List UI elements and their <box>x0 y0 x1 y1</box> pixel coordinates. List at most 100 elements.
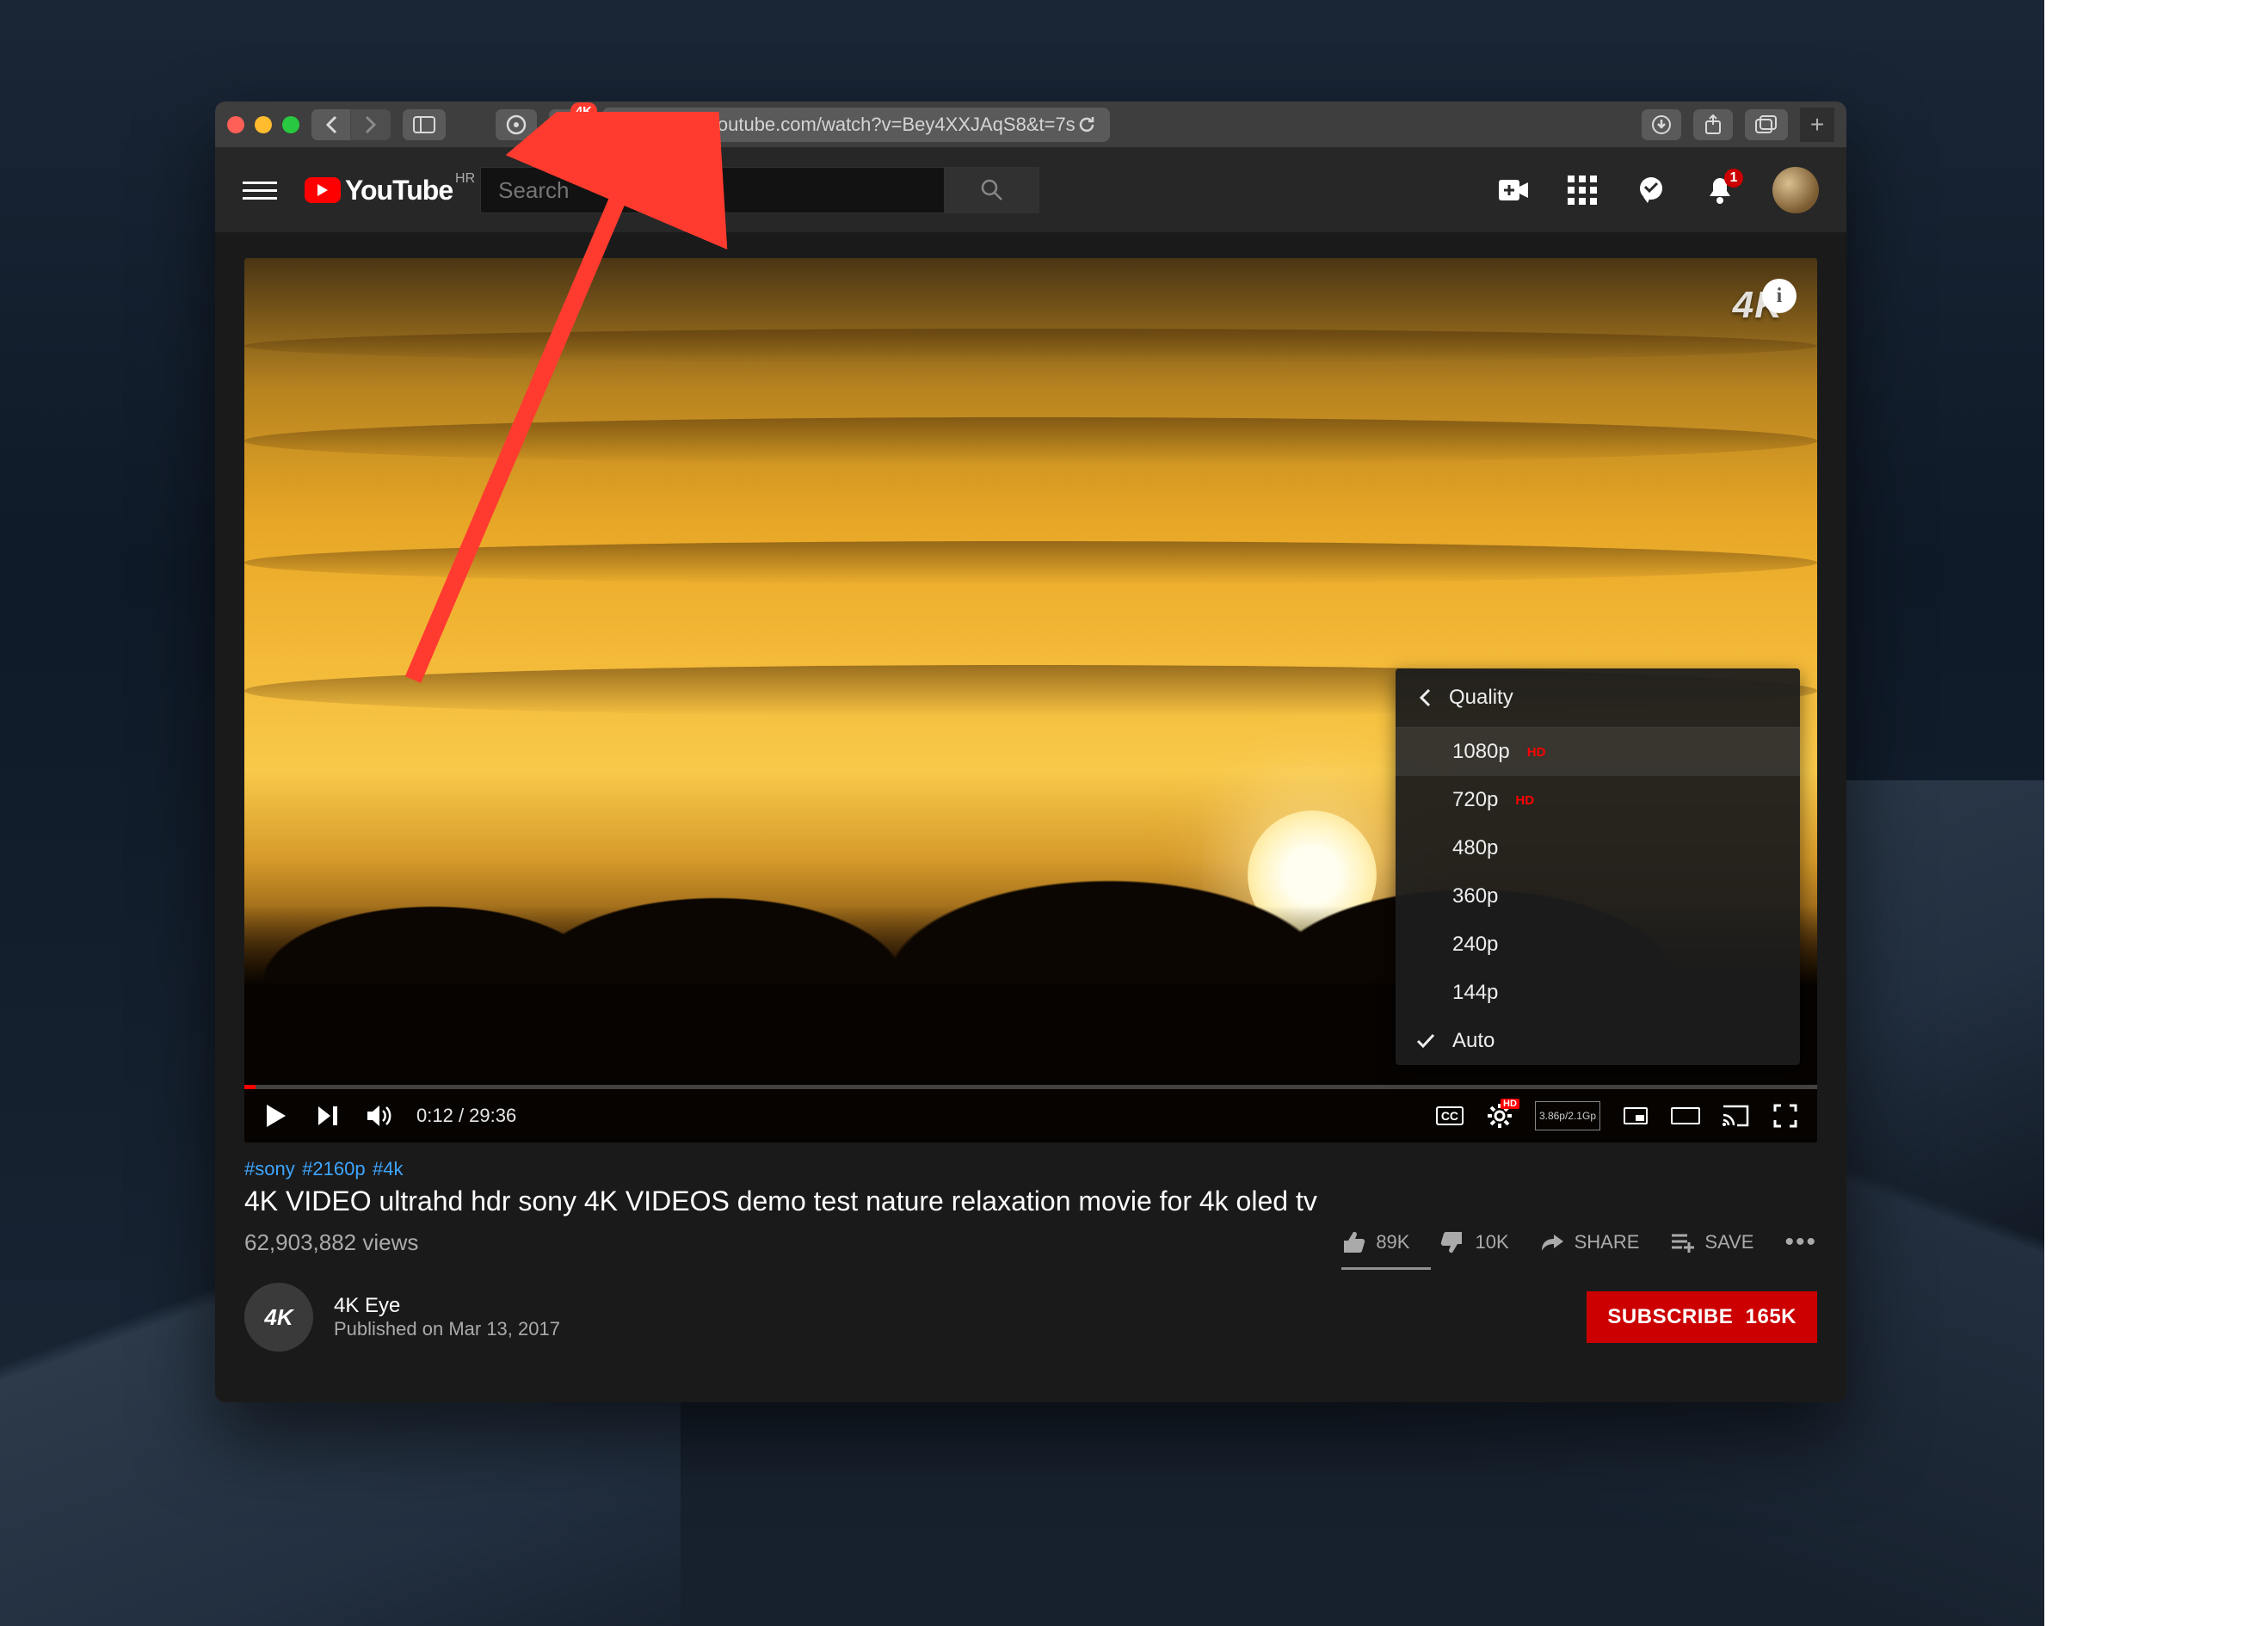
hashtag-link[interactable]: #2160p <box>302 1158 365 1179</box>
quality-option[interactable]: 144p <box>1396 969 1800 1017</box>
thumb-down-icon <box>1440 1230 1464 1254</box>
url-text: www.youtube.com/watch?v=Bey4XXJAqS8&t=7s <box>663 114 1075 136</box>
quality-option-label: 360p <box>1452 884 1498 908</box>
quality-option[interactable]: 720p HD <box>1396 776 1800 824</box>
quality-menu-header[interactable]: Quality <box>1396 668 1800 728</box>
sidebar-toggle-button[interactable] <box>403 109 446 140</box>
cast-icon <box>1722 1105 1749 1127</box>
back-button[interactable] <box>311 109 351 140</box>
new-tab-button[interactable]: + <box>1800 108 1834 142</box>
privacy-report-button[interactable] <box>496 109 537 140</box>
miniplayer-button[interactable] <box>1621 1101 1650 1130</box>
masthead-right: 1 <box>1497 167 1819 213</box>
quality-option[interactable]: 360p <box>1396 872 1800 921</box>
subtitles-button[interactable]: CC <box>1435 1101 1464 1130</box>
tabs-button[interactable] <box>1745 109 1788 140</box>
safari-window: 4K www.youtube.com/watch?v=Bey4XXJAqS8&t… <box>215 102 1846 1402</box>
apps-button[interactable] <box>1566 174 1599 206</box>
zoom-window-button[interactable] <box>282 116 299 133</box>
reload-button[interactable] <box>1077 115 1096 134</box>
thumb-up-icon <box>1341 1230 1365 1254</box>
quality-menu: Quality 1080p HD 720p HD 480p 360p 240p 144p Aut… <box>1396 668 1800 1065</box>
dislike-button[interactable]: 10K <box>1440 1230 1508 1254</box>
quality-option-label: 240p <box>1452 933 1498 957</box>
cc-icon: CC <box>1436 1106 1464 1125</box>
next-button[interactable] <box>313 1101 342 1130</box>
hashtag-link[interactable]: #4k <box>373 1158 403 1179</box>
url-bar[interactable]: www.youtube.com/watch?v=Bey4XXJAqS8&t=7s <box>602 108 1110 142</box>
play-button[interactable] <box>262 1101 291 1130</box>
create-button[interactable] <box>1497 174 1530 206</box>
playlist-add-icon <box>1670 1232 1694 1253</box>
view-count: 62,903,882 views <box>244 1229 418 1256</box>
player-container: 4K i Quality 1080pHD720pHD480p360p240p14… <box>215 232 1846 1143</box>
guide-menu-button[interactable] <box>243 173 277 207</box>
browser-toolbar: 4K www.youtube.com/watch?v=Bey4XXJAqS8&t… <box>215 102 1846 148</box>
channel-row: 4K 4K Eye Published on Mar 13, 2017 SUBS… <box>244 1283 1817 1352</box>
like-button[interactable]: 89K <box>1341 1230 1409 1254</box>
messages-button[interactable] <box>1635 174 1667 206</box>
search-button[interactable] <box>945 167 1039 213</box>
share-arrow-icon <box>1540 1232 1564 1253</box>
page-content: YouTube HR <box>215 148 1846 1402</box>
hashtag-link[interactable]: #sony <box>244 1158 295 1179</box>
extension-badge: 4K <box>570 102 597 121</box>
quality-option-label: 144p <box>1452 981 1498 1005</box>
channel-avatar[interactable]: 4K <box>244 1283 313 1352</box>
avatar-button[interactable] <box>1772 167 1819 213</box>
hd-badge: HD <box>1527 745 1546 760</box>
hd-badge: HD <box>1515 793 1534 808</box>
hashtags: #sony #2160p #4k <box>244 1158 1817 1180</box>
window-controls <box>227 116 299 133</box>
youtube-logo[interactable]: YouTube HR <box>305 175 453 206</box>
quality-option[interactable]: 480p <box>1396 824 1800 872</box>
fullscreen-icon <box>1773 1104 1797 1128</box>
channel-name[interactable]: 4K Eye <box>334 1294 560 1318</box>
info-card-button[interactable]: i <box>1762 279 1797 313</box>
quality-option[interactable]: 240p <box>1396 921 1800 969</box>
notifications-button[interactable]: 1 <box>1704 174 1736 206</box>
search-form <box>480 167 1039 213</box>
theater-button[interactable] <box>1671 1101 1700 1130</box>
quality-menu-title: Quality <box>1449 686 1513 710</box>
close-window-button[interactable] <box>227 116 244 133</box>
share-button[interactable]: SHARE <box>1540 1231 1640 1253</box>
time-display: 0:12 / 29:36 <box>416 1105 516 1127</box>
action-row: 89K 10K SHARE SAVE ••• <box>1341 1228 1817 1257</box>
chevron-left-icon <box>1418 687 1432 708</box>
video-meta: #sony #2160p #4k 4K VIDEO ultrahd hdr so… <box>215 1143 1846 1352</box>
quality-option-label: 720p <box>1452 788 1498 812</box>
lock-icon <box>637 115 652 134</box>
youtube-country-code: HR <box>455 171 475 187</box>
youtube-masthead: YouTube HR <box>215 148 1846 232</box>
fullscreen-button[interactable] <box>1771 1101 1800 1130</box>
search-input[interactable] <box>480 167 945 213</box>
video-player[interactable]: 4K i Quality 1080pHD720pHD480p360p240p14… <box>244 258 1817 1143</box>
nav-buttons <box>311 109 391 140</box>
quality-option[interactable]: 1080p HD <box>1396 728 1800 776</box>
stats-overlay: 3.86p/2.1Gp <box>1535 1101 1600 1130</box>
quality-option-label: 1080p <box>1452 740 1510 764</box>
extension-button[interactable]: 4K <box>549 109 590 140</box>
cast-button[interactable] <box>1721 1101 1750 1130</box>
downloads-button[interactable] <box>1642 109 1681 140</box>
video-title: 4K VIDEO ultrahd hdr sony 4K VIDEOS demo… <box>244 1186 1817 1217</box>
volume-button[interactable] <box>365 1101 394 1130</box>
page-margin <box>2044 0 2268 1626</box>
subscribe-button[interactable]: SUBSCRIBE 165K <box>1587 1291 1817 1343</box>
save-button[interactable]: SAVE <box>1670 1231 1753 1253</box>
apps-icon <box>1568 176 1597 205</box>
theater-icon <box>1671 1107 1700 1124</box>
settings-button[interactable]: HD <box>1485 1101 1514 1130</box>
miniplayer-icon <box>1624 1107 1648 1124</box>
more-actions-button[interactable]: ••• <box>1784 1228 1817 1257</box>
youtube-logo-icon <box>305 177 341 203</box>
check-icon <box>1416 1033 1435 1049</box>
share-button[interactable] <box>1693 109 1733 140</box>
quality-option[interactable]: Auto <box>1396 1017 1800 1065</box>
quality-option-label: 480p <box>1452 836 1498 860</box>
youtube-logo-text: YouTube <box>345 175 453 206</box>
quality-option-label: Auto <box>1452 1029 1495 1053</box>
minimize-window-button[interactable] <box>255 116 272 133</box>
forward-button[interactable] <box>351 109 391 140</box>
